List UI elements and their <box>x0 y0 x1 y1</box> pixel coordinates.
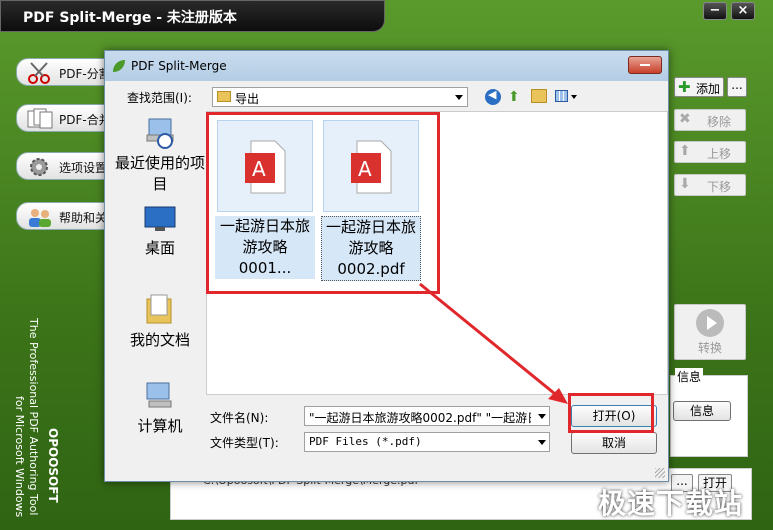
dialog-titlebar: PDF Split-Merge <box>105 51 668 81</box>
cancel-button[interactable]: 取消 <box>571 432 657 454</box>
app-title: PDF Split-Merge - 未注册版本 <box>23 10 237 26</box>
gear-icon <box>30 158 48 176</box>
computer-icon <box>146 382 172 408</box>
place-documents-label: 我的文档 <box>129 331 190 349</box>
remove-button[interactable]: ✖ 移除 <box>674 109 746 131</box>
brand-opoosoft: OPOOSOFT <box>46 428 60 503</box>
users-icon <box>29 209 51 227</box>
nav-pdf-merge[interactable]: PDF-合并 <box>16 104 116 132</box>
desktop-icon <box>144 206 176 231</box>
brand-tagline-2: for Microsoft Windows <box>13 396 26 518</box>
arrow-down-icon: ⬇ <box>679 176 691 192</box>
app-leaf-icon <box>113 60 125 72</box>
app-titlebar: PDF Split-Merge - 未注册版本 <box>0 0 385 32</box>
filetype-select[interactable]: PDF Files (*.pdf) <box>304 432 550 452</box>
filetype-label: 文件类型(T): <box>210 436 279 450</box>
folder-up-icon: ⬆ <box>508 89 520 105</box>
brand-tagline-1: The Professional PDF Authoring Tool <box>27 318 40 516</box>
play-icon <box>696 309 724 337</box>
new-folder-button[interactable] <box>531 89 547 103</box>
plus-icon: ✚ <box>678 78 691 96</box>
arrow-up-icon: ⬆ <box>679 143 691 159</box>
move-up-button-label: 上移 <box>707 147 732 161</box>
place-recent[interactable]: 最近使用的项目 <box>115 117 205 195</box>
lookin-dropdown[interactable]: 导出 <box>212 87 468 107</box>
chevron-down-icon <box>538 440 546 445</box>
more-button[interactable]: ... <box>727 77 747 97</box>
documents-icon <box>27 108 53 129</box>
remove-button-label: 移除 <box>707 115 732 129</box>
chevron-down-icon <box>455 95 463 100</box>
place-computer-label: 计算机 <box>137 417 183 435</box>
nav-help-about-label: 帮助和关 <box>59 211 108 225</box>
nav-options[interactable]: 选项设置 <box>16 152 116 180</box>
info-button[interactable]: 信息 <box>673 401 731 421</box>
remove-icon: ✖ <box>679 111 691 127</box>
view-chevron-icon <box>571 95 577 99</box>
back-button[interactable]: ◀ <box>485 88 501 105</box>
recent-items-icon <box>146 118 174 149</box>
place-documents[interactable]: 我的文档 <box>115 293 205 350</box>
nav-pdf-merge-label: PDF-合并 <box>59 113 111 127</box>
convert-button[interactable]: 转换 <box>674 304 746 360</box>
up-folder-button[interactable]: ⬆ <box>507 87 525 105</box>
view-menu-button[interactable] <box>555 89 579 105</box>
filetype-value: PDF Files (*.pdf) <box>309 435 422 448</box>
place-desktop[interactable]: 桌面 <box>115 205 205 258</box>
scissors-icon <box>28 62 50 84</box>
nav-help-about[interactable]: 帮助和关 <box>16 202 116 230</box>
place-computer[interactable]: 计算机 <box>115 381 205 436</box>
place-desktop-label: 桌面 <box>144 239 175 257</box>
move-down-button[interactable]: ⬇ 下移 <box>674 174 746 196</box>
filename-value: "一起游日本旅游攻略0002.pdf" "一起游日 <box>309 411 531 425</box>
close-button[interactable]: × <box>731 2 755 20</box>
filename-input[interactable]: "一起游日本旅游攻略0002.pdf" "一起游日 <box>304 406 550 426</box>
chevron-down-icon <box>538 414 546 419</box>
open-button-highlight-box <box>568 393 654 433</box>
convert-button-label: 转换 <box>697 341 722 355</box>
resize-grip-icon <box>655 468 665 478</box>
nav-pdf-split-label: PDF-分割 <box>59 67 111 81</box>
move-up-button[interactable]: ⬆ 上移 <box>674 141 746 163</box>
nav-pdf-split[interactable]: PDF-分割 <box>16 58 116 86</box>
documents-folder-icon <box>146 294 172 324</box>
place-recent-label: 最近使用的项目 <box>115 154 206 193</box>
add-button-label: 添加 <box>696 82 721 96</box>
nav-options-label: 选项设置 <box>59 161 108 175</box>
dialog-close-button[interactable] <box>628 56 662 74</box>
view-grid-icon <box>555 90 568 102</box>
lookin-value: 导出 <box>235 92 260 106</box>
lookin-label: 查找范围(I): <box>127 91 192 105</box>
info-group-label: 信息 <box>675 368 704 385</box>
move-down-button-label: 下移 <box>707 180 732 194</box>
places-sidebar: 最近使用的项目 桌面 我的文档 计算机 <box>115 113 205 436</box>
folder-icon <box>217 91 231 102</box>
arrow-left-icon: ◀ <box>488 88 497 101</box>
dialog-title: PDF Split-Merge <box>131 59 227 73</box>
add-button[interactable]: ✚ 添加 <box>674 77 724 97</box>
watermark-text: 极速下载站 <box>598 487 744 520</box>
files-highlight-box <box>206 112 440 294</box>
minimize-button[interactable]: − <box>703 2 727 20</box>
filename-label: 文件名(N): <box>210 411 269 425</box>
